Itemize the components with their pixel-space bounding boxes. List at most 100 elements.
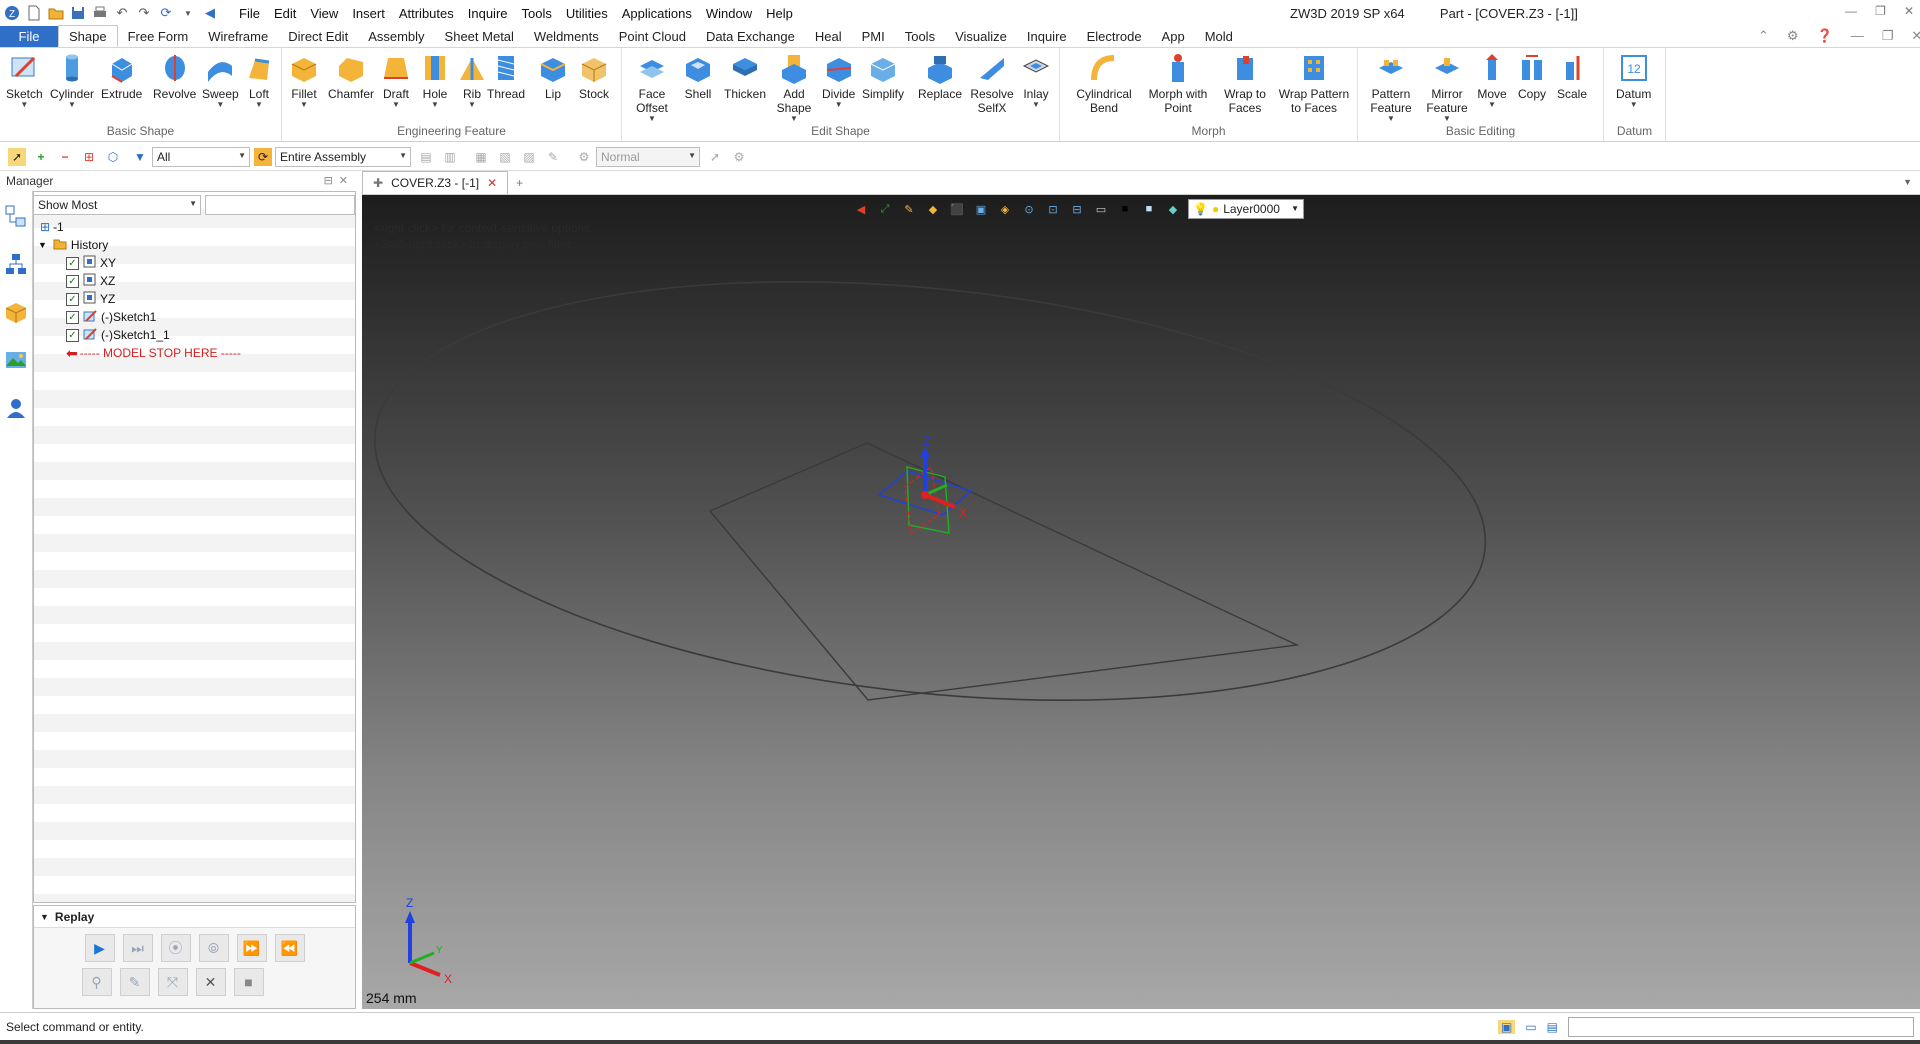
menu-inquire[interactable]: Inquire — [461, 6, 515, 21]
visibility-checkbox[interactable]: ✓ — [66, 328, 79, 342]
replay-header[interactable]: ▼ Replay — [34, 906, 355, 928]
tab-pmi[interactable]: PMI — [852, 26, 895, 47]
minimize-icon[interactable]: — — [1845, 4, 1857, 18]
tree-item-sketch1-1[interactable]: ✓ (-)Sketch1_1 — [34, 326, 355, 344]
tab-weldments[interactable]: Weldments — [524, 26, 609, 47]
dropdown-arrow-icon[interactable]: ▼ — [180, 5, 196, 21]
step-forward-icon[interactable]: ⦿ — [160, 934, 191, 962]
mode-select[interactable]: Normal ▼ — [596, 147, 700, 167]
edit-pencil-icon[interactable]: ✎ — [119, 968, 150, 996]
copy-button[interactable]: Copy — [1516, 52, 1548, 101]
tab-assembly[interactable]: Assembly — [358, 26, 434, 47]
step-forward-alt-icon[interactable]: ⦾ — [198, 934, 229, 962]
inlay-button[interactable]: Inlay ▼ — [1020, 52, 1052, 109]
wrap-to-faces-button[interactable]: Wrap to Faces — [1220, 52, 1270, 115]
tab-heal[interactable]: Heal — [805, 26, 852, 47]
thread-button[interactable]: Thread — [487, 52, 525, 101]
align-icon-2[interactable]: ▥ — [441, 148, 459, 166]
new-tab-icon[interactable]: + — [508, 171, 531, 194]
revolve-button[interactable]: Revolve — [153, 52, 196, 101]
face-offset-button[interactable]: Face Offset ▼ — [630, 52, 674, 123]
command-input[interactable] — [1568, 1017, 1914, 1037]
cylindrical-bend-button[interactable]: Cylindrical Bend — [1072, 52, 1136, 115]
menu-utilities[interactable]: Utilities — [559, 6, 615, 21]
tab-wireframe[interactable]: Wireframe — [198, 26, 278, 47]
align-icon-3[interactable]: ▦ — [472, 148, 490, 166]
history-manager-icon[interactable] — [3, 203, 29, 229]
collapse-arrow-icon[interactable]: ▼ — [38, 240, 47, 250]
draft-button[interactable]: Draft ▼ — [380, 52, 412, 109]
fast-forward-icon[interactable]: ⏩ — [236, 934, 267, 962]
select-pointer-icon[interactable]: ➚ — [8, 148, 26, 166]
tree-item-xy[interactable]: ✓ XY — [34, 254, 355, 272]
rewind-icon[interactable]: ⏪ — [274, 934, 305, 962]
add-shape-button[interactable]: Add Shape ▼ — [772, 52, 816, 123]
align-icon-1[interactable]: ▤ — [417, 148, 435, 166]
pin-icon[interactable]: ✎ — [544, 148, 562, 166]
align-icon-4[interactable]: ▧ — [496, 148, 514, 166]
play-icon[interactable]: ▶ — [84, 934, 115, 962]
align-icon-5[interactable]: ▨ — [520, 148, 538, 166]
sweep-button[interactable]: Sweep ▼ — [202, 52, 239, 109]
pick-shape-icon[interactable]: ⬡ — [104, 148, 122, 166]
lip-button[interactable]: Lip — [537, 52, 569, 101]
graphics-viewport[interactable]: <right click> for context-sensitive opti… — [362, 195, 1920, 1009]
assembly-scope-icon[interactable]: ⟳ — [254, 148, 272, 166]
menu-file[interactable]: File — [232, 6, 267, 21]
filter-icon[interactable]: ▼ — [131, 148, 149, 166]
reorder-icon[interactable]: ⤧ — [157, 968, 188, 996]
back-arrow-icon[interactable]: ◀ — [202, 5, 218, 21]
delete-icon[interactable]: ✕ — [195, 968, 226, 996]
tab-electrode[interactable]: Electrode — [1077, 26, 1152, 47]
print-icon[interactable] — [92, 5, 108, 21]
stock-button[interactable]: Stock — [578, 52, 610, 101]
doc-close-icon[interactable]: ✕ — [1911, 28, 1920, 44]
document-tab-cover[interactable]: ✚ COVER.Z3 - [-1] ✕ — [362, 171, 509, 194]
manager-pin-close-icons[interactable]: ⊟✕ — [324, 174, 354, 187]
tab-visualize[interactable]: Visualize — [945, 26, 1017, 47]
visibility-checkbox[interactable]: ✓ — [66, 256, 79, 270]
visual-manager-icon[interactable] — [3, 347, 29, 373]
scale-button[interactable]: Scale — [1556, 52, 1588, 101]
move-button[interactable]: Move ▼ — [1476, 52, 1508, 109]
sketch-quadrilateral[interactable] — [708, 442, 1300, 701]
tab-point-cloud[interactable]: Point Cloud — [609, 26, 696, 47]
chamfer-button[interactable]: Chamfer — [328, 52, 374, 101]
model-stop-marker[interactable]: ⬅ ----- MODEL STOP HERE ----- — [34, 344, 355, 362]
settings-gear-icon[interactable]: ⚙ — [1787, 28, 1799, 44]
link-icon[interactable]: ⚲ — [81, 968, 112, 996]
tab-inquire[interactable]: Inquire — [1017, 26, 1077, 47]
simplify-button[interactable]: Simplify — [862, 52, 904, 101]
datum-button[interactable]: 12 Datum ▼ — [1616, 52, 1651, 109]
tab-sheet-metal[interactable]: Sheet Metal — [435, 26, 524, 47]
panel-icon[interactable]: ▤ — [1547, 1020, 1558, 1034]
tree-history-node[interactable]: ▼ History — [34, 236, 355, 254]
tab-app[interactable]: App — [1152, 26, 1195, 47]
redo-icon[interactable]: ↷ — [136, 5, 152, 21]
pattern-feature-button[interactable]: Pattern Feature ▼ — [1366, 52, 1416, 123]
tab-free-form[interactable]: Free Form — [118, 26, 199, 47]
close-tab-icon[interactable]: ✕ — [487, 176, 497, 190]
menu-help[interactable]: Help — [759, 6, 800, 21]
morph-with-point-button[interactable]: Morph with Point — [1144, 52, 1212, 115]
tab-shape[interactable]: Shape — [58, 25, 118, 47]
wrap-pattern-to-faces-button[interactable]: Wrap Pattern to Faces — [1276, 52, 1352, 115]
resolve-selfx-button[interactable]: Resolve SelfX — [968, 52, 1016, 115]
pick-options-icon[interactable]: ⊞ — [80, 148, 98, 166]
remove-pick-icon[interactable]: − — [56, 148, 74, 166]
app-logo-icon[interactable]: Z — [4, 5, 20, 21]
screen-icon[interactable]: ▭ — [1525, 1020, 1536, 1034]
step-next-icon[interactable]: ⏭ — [122, 934, 153, 962]
close-icon[interactable]: ✕ — [1904, 4, 1914, 18]
tree-item-yz[interactable]: ✓ YZ — [34, 290, 355, 308]
visibility-checkbox[interactable]: ✓ — [66, 310, 79, 324]
fillet-button[interactable]: Fillet ▼ — [288, 52, 320, 109]
doc-minimize-icon[interactable]: — — [1851, 28, 1864, 44]
tree-root[interactable]: ⊞ -1 — [34, 218, 355, 236]
snap-icon[interactable]: ➚ — [706, 148, 724, 166]
open-folder-icon[interactable] — [48, 5, 64, 21]
menu-insert[interactable]: Insert — [345, 6, 392, 21]
render-mode-icon[interactable]: ⚙ — [575, 148, 593, 166]
tab-direct-edit[interactable]: Direct Edit — [278, 26, 358, 47]
cylinder-button[interactable]: Cylinder ▼ — [50, 52, 94, 109]
